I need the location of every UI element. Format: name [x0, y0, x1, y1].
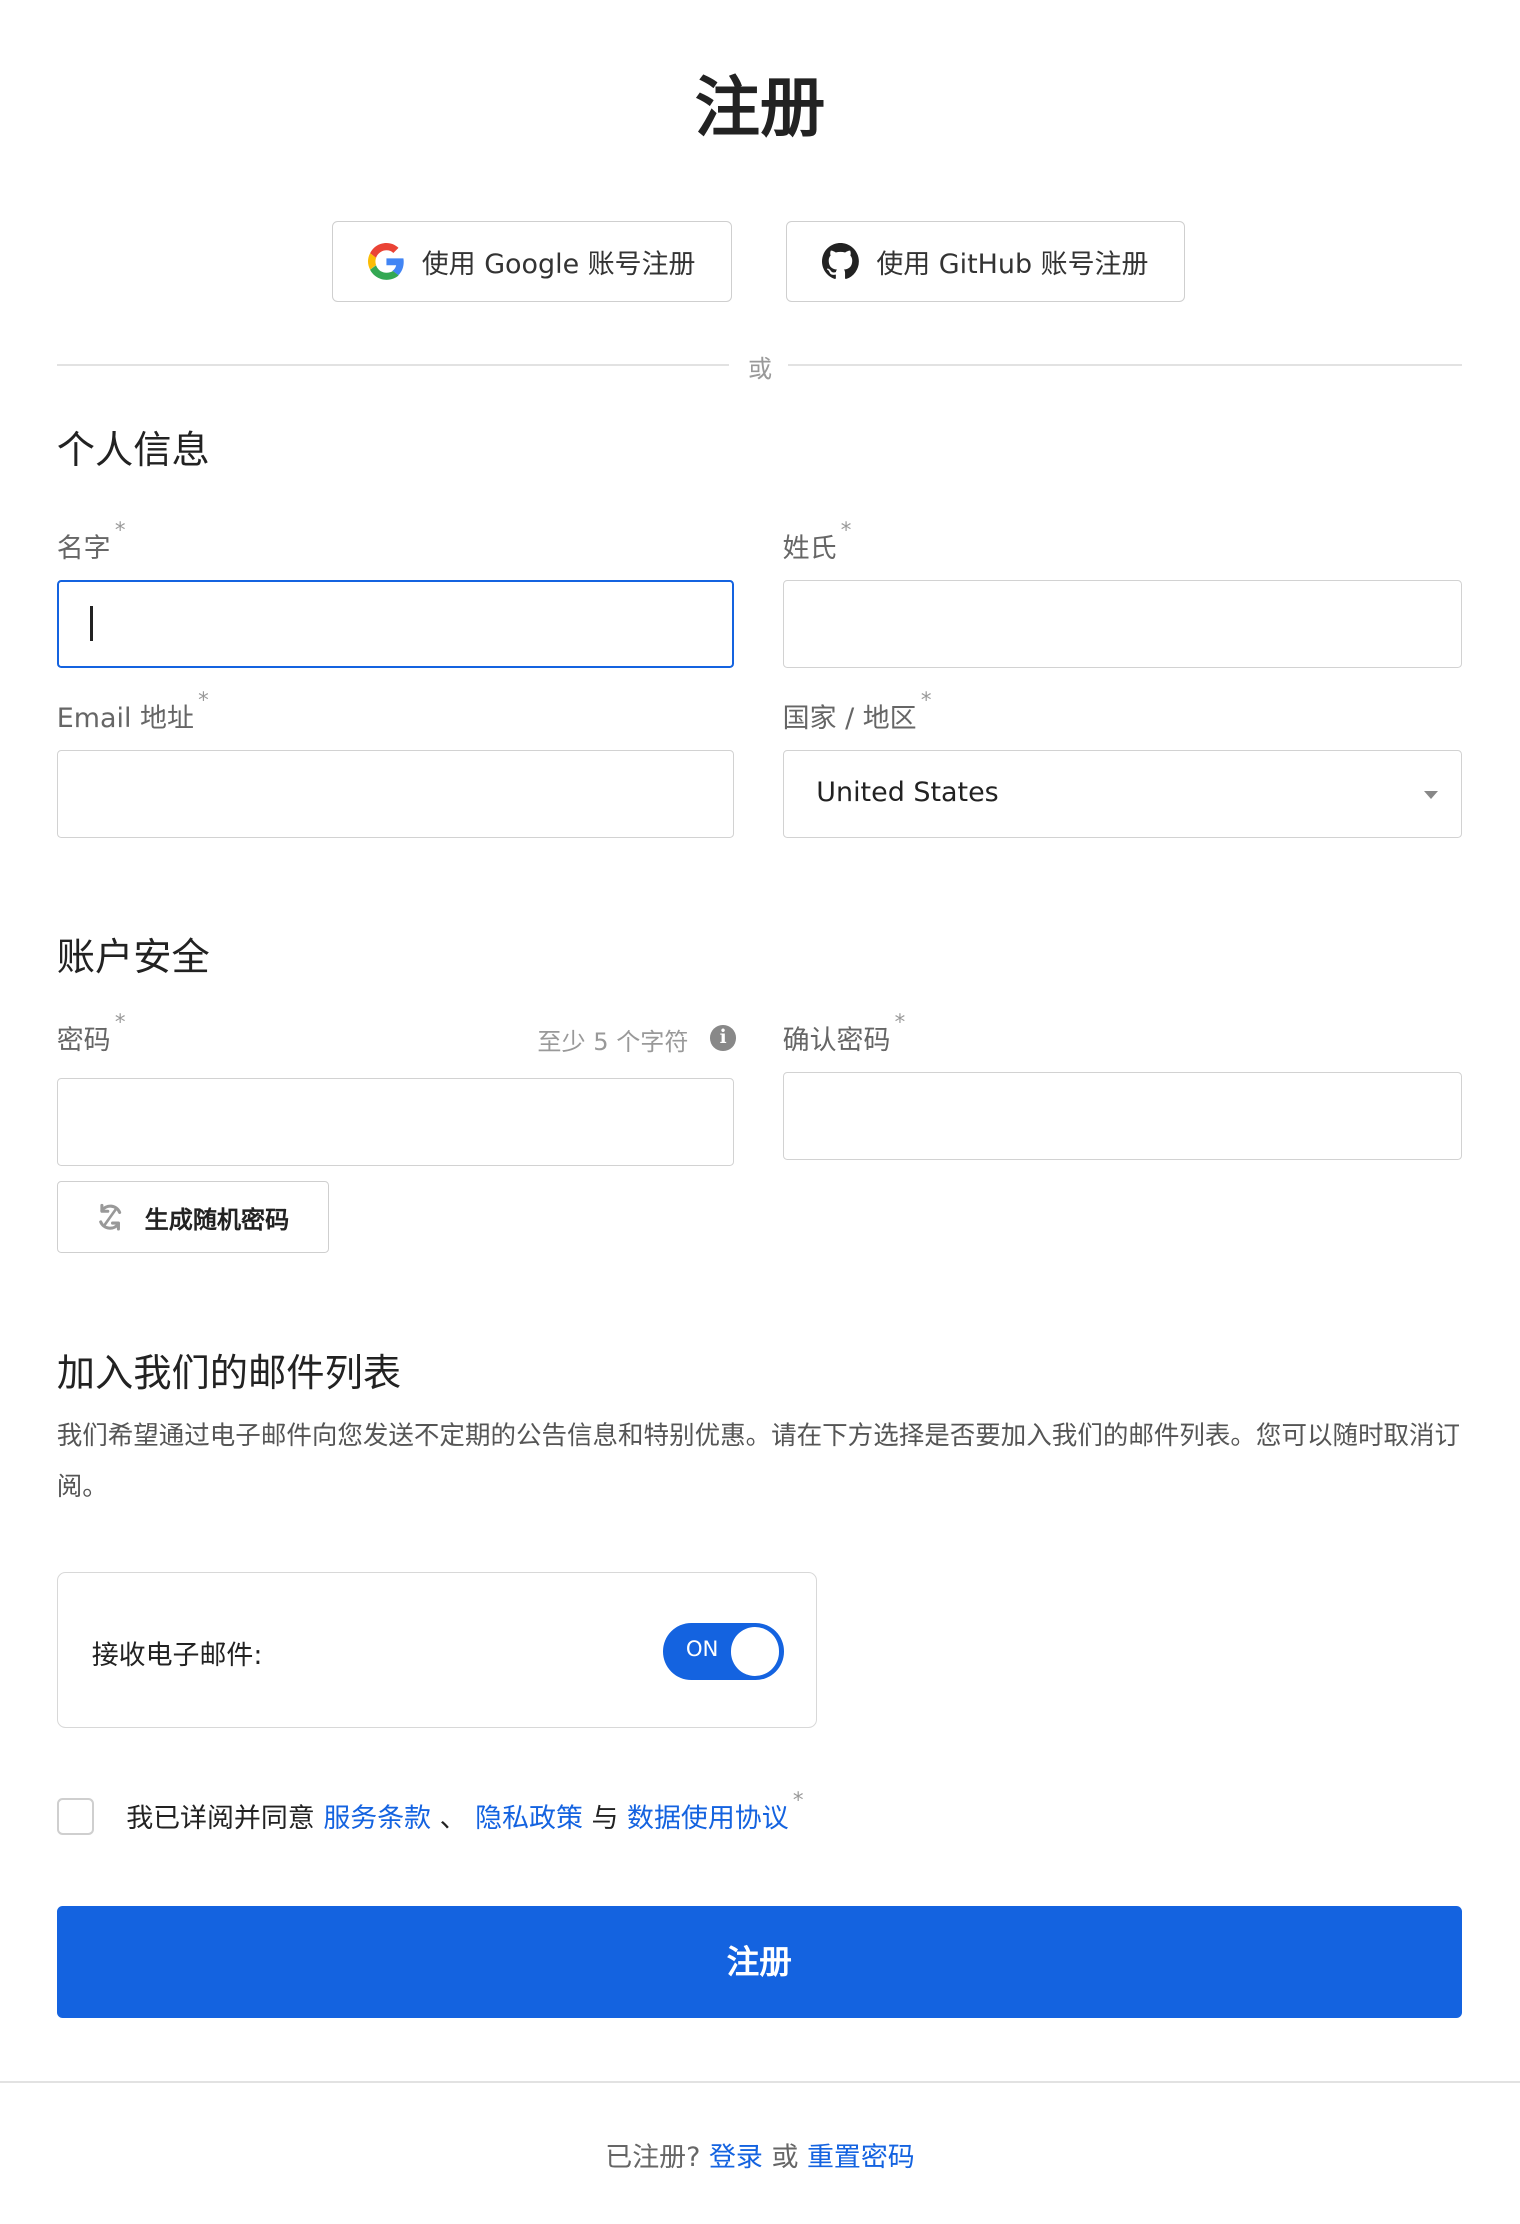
account-security-title: 账户安全 — [56, 935, 210, 981]
divider-line-right — [788, 364, 1462, 366]
email-label-text: Email 地址 — [56, 703, 194, 735]
email-input[interactable] — [56, 750, 735, 838]
chevron-down-icon — [1424, 790, 1439, 799]
last-name-label-text: 姓氏 — [782, 533, 837, 565]
divider-line-left — [56, 364, 729, 366]
receive-email-toggle[interactable]: ON — [663, 1623, 784, 1680]
email-opt-in-card: 接收电子邮件: ON — [56, 1572, 817, 1729]
required-mark: * — [792, 1787, 804, 1813]
country-select[interactable]: United States — [782, 750, 1462, 838]
first-name-label: 名字* — [56, 518, 126, 565]
password-hint: 至少 5 个字符 — [537, 1028, 689, 1057]
password-label-text: 密码 — [56, 1025, 111, 1057]
confirm-password-label: 确认密码* — [782, 1010, 906, 1057]
github-icon — [822, 243, 860, 280]
github-signup-label: 使用 GitHub 账号注册 — [876, 249, 1149, 281]
google-icon — [367, 243, 404, 281]
required-mark: * — [198, 687, 209, 713]
receive-email-label: 接收电子邮件: — [91, 1640, 263, 1671]
last-name-input[interactable] — [782, 579, 1462, 668]
google-signup-button[interactable]: 使用 Google 账号注册 — [331, 221, 732, 302]
country-select-value: United States — [816, 776, 999, 808]
required-mark: * — [840, 517, 852, 543]
terms-of-service-link[interactable]: 服务条款 — [323, 1803, 431, 1834]
required-mark: * — [920, 687, 932, 713]
login-link[interactable]: 登录 — [709, 2142, 763, 2173]
google-signup-label: 使用 Google 账号注册 — [421, 249, 696, 281]
data-usage-link[interactable]: 数据使用协议 — [627, 1803, 789, 1834]
email-label: Email 地址* — [56, 688, 209, 735]
footer: 已注册? 登录 或 重置密码 — [0, 2135, 1520, 2174]
country-label: 国家 / 地区* — [782, 688, 932, 735]
reset-password-link[interactable]: 重置密码 — [807, 2142, 915, 2173]
github-signup-button[interactable]: 使用 GitHub 账号注册 — [785, 221, 1186, 302]
divider-text: 或 — [747, 354, 773, 383]
required-mark: * — [894, 1009, 906, 1035]
toggle-state-text: ON — [685, 1637, 719, 1663]
footer-divider — [0, 2081, 1520, 2083]
info-icon[interactable]: i — [710, 1025, 736, 1051]
privacy-policy-link[interactable]: 隐私政策 — [475, 1803, 583, 1834]
password-input[interactable] — [56, 1077, 735, 1166]
page-title: 注册 — [694, 69, 826, 146]
first-name-label-text: 名字 — [56, 533, 111, 565]
personal-info-title: 个人信息 — [56, 427, 210, 473]
first-name-input[interactable] — [56, 579, 735, 668]
mailing-list-title: 加入我们的邮件列表 — [56, 1350, 402, 1396]
refresh-icon — [99, 1203, 122, 1231]
registration-page: 注册 使用 Google 账号注册 使用 GitHub 账号注册 或 个人信息 … — [0, 0, 1520, 2223]
register-button[interactable]: 注册 — [56, 1905, 1462, 2018]
generate-password-button[interactable]: 生成随机密码 — [56, 1181, 329, 1254]
required-mark: * — [114, 1009, 126, 1035]
terms-checkbox[interactable] — [56, 1797, 94, 1835]
country-label-text: 国家 / 地区 — [782, 703, 917, 735]
terms-and: 与 — [591, 1803, 619, 1835]
terms-prefix: 我已详阅并同意 — [126, 1803, 315, 1835]
terms-agreement: 我已详阅并同意 服务条款 、 隐私政策 与 数据使用协议* — [126, 1788, 803, 1835]
text-caret — [89, 606, 93, 642]
confirm-password-input[interactable] — [782, 1071, 1462, 1160]
toggle-knob — [731, 1627, 780, 1676]
mailing-list-description: 我们希望通过电子邮件向您发送不定期的公告信息和特别优惠。请在下方选择是否要加入我… — [56, 1420, 1461, 1502]
terms-separator: 、 — [439, 1803, 467, 1835]
confirm-password-label-text: 确认密码 — [782, 1025, 891, 1057]
required-mark: * — [114, 517, 126, 543]
last-name-label: 姓氏* — [782, 518, 852, 565]
footer-or: 或 — [771, 2142, 799, 2174]
generate-password-label: 生成随机密码 — [144, 1205, 290, 1234]
password-label: 密码* — [56, 1010, 126, 1057]
already-registered-text: 已注册? — [605, 2142, 701, 2174]
